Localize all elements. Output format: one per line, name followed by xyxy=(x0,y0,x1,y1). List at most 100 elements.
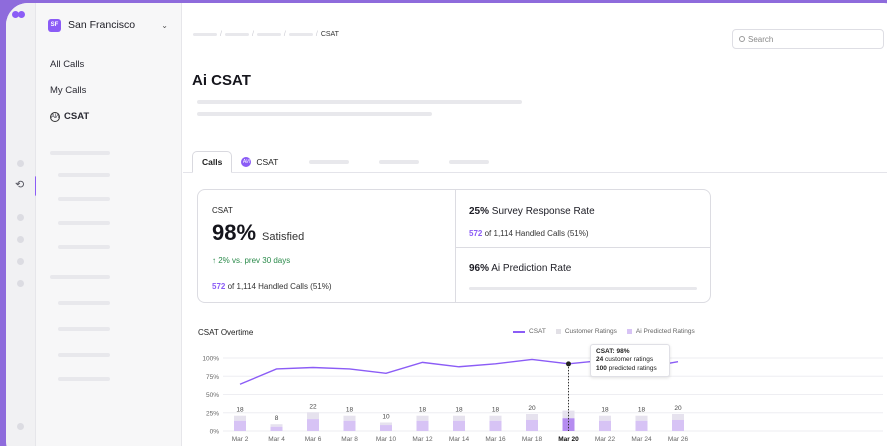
rail-dot-icon[interactable] xyxy=(17,258,24,265)
sidebar-placeholder xyxy=(50,275,110,279)
search-placeholder: Search xyxy=(748,34,774,44)
tab-calls[interactable]: Calls xyxy=(192,151,233,173)
y-tick-label: 100% xyxy=(202,356,219,363)
legend-label: CSAT xyxy=(529,328,546,335)
chart-legend: CSAT Customer Ratings Ai Predicted Ratin… xyxy=(513,328,705,335)
csat-label: CSAT xyxy=(212,206,233,215)
tooltip-predicted: 100 predicted ratings xyxy=(596,365,664,373)
bar-data-label: 20 xyxy=(674,405,682,412)
sidebar-item-label: CSAT xyxy=(64,111,90,122)
handled-text: of 1,114 Handled Calls (51%) xyxy=(227,282,332,291)
workspace-switcher[interactable]: SF San Francisco ⌄ xyxy=(44,13,172,37)
prediction-placeholder xyxy=(469,287,697,290)
logo-icon xyxy=(12,11,26,19)
bar-data-label: 20 xyxy=(528,405,536,412)
prediction-pct: 96% xyxy=(469,263,490,274)
bar-data-label: 18 xyxy=(419,407,427,414)
x-tick-label: Mar 18 xyxy=(522,436,543,443)
survey-response-rate: 25% Survey Response Rate xyxy=(469,206,595,217)
y-tick-label: 75% xyxy=(206,374,219,381)
search-icon xyxy=(739,36,745,42)
summary-card: CSAT 98% Satisfied ↑ 2% vs. prev 30 days… xyxy=(197,189,711,303)
csat-value: 98% xyxy=(212,220,257,245)
survey-sub-text: of 1,114 Handled Calls (51%) xyxy=(484,229,589,238)
bar-ai-predicted-ratings xyxy=(599,420,611,431)
chart-tooltip: CSAT: 98% 24 customer ratings 100 predic… xyxy=(590,344,670,377)
y-tick-label: 0% xyxy=(210,429,220,436)
history-icon[interactable]: ⟲ xyxy=(15,178,24,191)
prediction-text: Ai Prediction Rate xyxy=(491,263,572,274)
description-placeholder xyxy=(197,100,522,104)
rail-dot-icon[interactable] xyxy=(17,160,24,167)
description-placeholder xyxy=(197,112,432,116)
bar-data-label: 18 xyxy=(236,407,244,414)
bar-customer-ratings xyxy=(635,415,648,421)
x-tick-label: Mar 20 xyxy=(558,436,579,443)
bar-ai-predicted-ratings xyxy=(234,420,246,431)
ai-prediction-rate: 96% Ai Prediction Rate xyxy=(469,263,571,274)
rail-dot-icon[interactable] xyxy=(17,280,24,287)
sidebar-item-my-calls[interactable]: My Calls xyxy=(50,85,86,96)
x-tick-label: Mar 10 xyxy=(376,436,397,443)
main-content: / / / / CSAT Search Ai CSAT Calls АИ CSA… xyxy=(183,3,887,446)
bar-ai-predicted-ratings xyxy=(526,419,538,431)
bar-data-label: 18 xyxy=(638,407,646,414)
bar-ai-predicted-ratings xyxy=(453,420,465,431)
x-tick-label: Mar 2 xyxy=(232,436,249,443)
chevron-down-icon: ⌄ xyxy=(161,20,168,30)
sidebar-item-csat[interactable]: АИ CSAT xyxy=(50,111,89,122)
tab-placeholder[interactable] xyxy=(449,160,490,164)
rail-dot-icon[interactable] xyxy=(17,423,24,430)
bar-customer-ratings xyxy=(234,415,246,421)
bar-customer-ratings xyxy=(416,415,429,421)
bar-ai-predicted-ratings xyxy=(270,426,283,431)
rail-dot-icon[interactable] xyxy=(17,236,24,243)
bar-customer-ratings xyxy=(453,415,465,421)
tab-placeholder[interactable] xyxy=(309,160,350,164)
bar-customer-ratings xyxy=(562,410,575,419)
bar-ai-predicted-ratings xyxy=(380,425,392,431)
survey-count: 572 xyxy=(469,229,483,238)
sidebar-placeholder xyxy=(58,353,110,357)
x-tick-label: Mar 14 xyxy=(449,436,470,443)
tooltip-customer-text: customer ratings xyxy=(605,356,654,364)
csat-chart: 100% 75% 50% 25% 0% 18 Mar 2 8 Mar 4 22 Mar 6 18 Mar… xyxy=(202,356,883,443)
bar-customer-ratings xyxy=(526,414,538,420)
x-tick-label: Mar 22 xyxy=(595,436,616,443)
tab-placeholder[interactable] xyxy=(379,160,420,164)
breadcrumb-current: CSAT xyxy=(320,31,339,38)
bar-customer-ratings xyxy=(270,424,283,427)
tooltip-customer-count: 24 xyxy=(596,356,604,364)
ai-icon: АИ xyxy=(241,157,252,167)
breadcrumb-placeholder[interactable] xyxy=(224,33,249,36)
sidebar-placeholder xyxy=(58,377,110,381)
bar-ai-predicted-ratings xyxy=(635,420,648,431)
sidebar-placeholder xyxy=(50,151,110,155)
sidebar-placeholder xyxy=(58,245,110,249)
handled-calls: 572 of 1,114 Handled Calls (51%) xyxy=(212,282,332,291)
legend-label: Customer Ratings xyxy=(564,328,617,335)
bar-customer-ratings xyxy=(599,415,611,421)
survey-pct: 25% xyxy=(469,206,490,217)
tab-label: Calls xyxy=(202,157,223,167)
y-tick-label: 50% xyxy=(206,392,219,399)
app-window: ⟲ SF San Francisco ⌄ All Calls My Calls … xyxy=(6,3,887,446)
breadcrumb-placeholder[interactable] xyxy=(193,33,217,36)
legend-ai-predicted-ratings: Ai Predicted Ratings xyxy=(626,328,695,335)
rail-dot-icon[interactable] xyxy=(17,214,24,221)
breadcrumb-placeholder[interactable] xyxy=(288,33,313,36)
sidebar-item-all-calls[interactable]: All Calls xyxy=(50,59,84,70)
handled-count: 572 xyxy=(212,282,226,291)
breadcrumb-placeholder[interactable] xyxy=(256,33,281,36)
bar-data-label: 18 xyxy=(346,407,354,414)
legend-label: Ai Predicted Ratings xyxy=(635,328,695,335)
x-tick-label: Mar 12 xyxy=(412,436,433,443)
csat-delta: ↑ 2% vs. prev 30 days xyxy=(212,256,291,265)
page-title: Ai CSAT xyxy=(192,72,251,89)
tab-csat[interactable]: АИ CSAT xyxy=(232,151,287,173)
x-tick-label: Mar 24 xyxy=(631,436,652,443)
survey-sub: 572 of 1,114 Handled Calls (51%) xyxy=(469,229,589,238)
search-input[interactable]: Search xyxy=(732,29,884,49)
x-tick-label: Mar 8 xyxy=(341,436,358,443)
tab-bar: Calls АИ CSAT xyxy=(192,151,490,173)
